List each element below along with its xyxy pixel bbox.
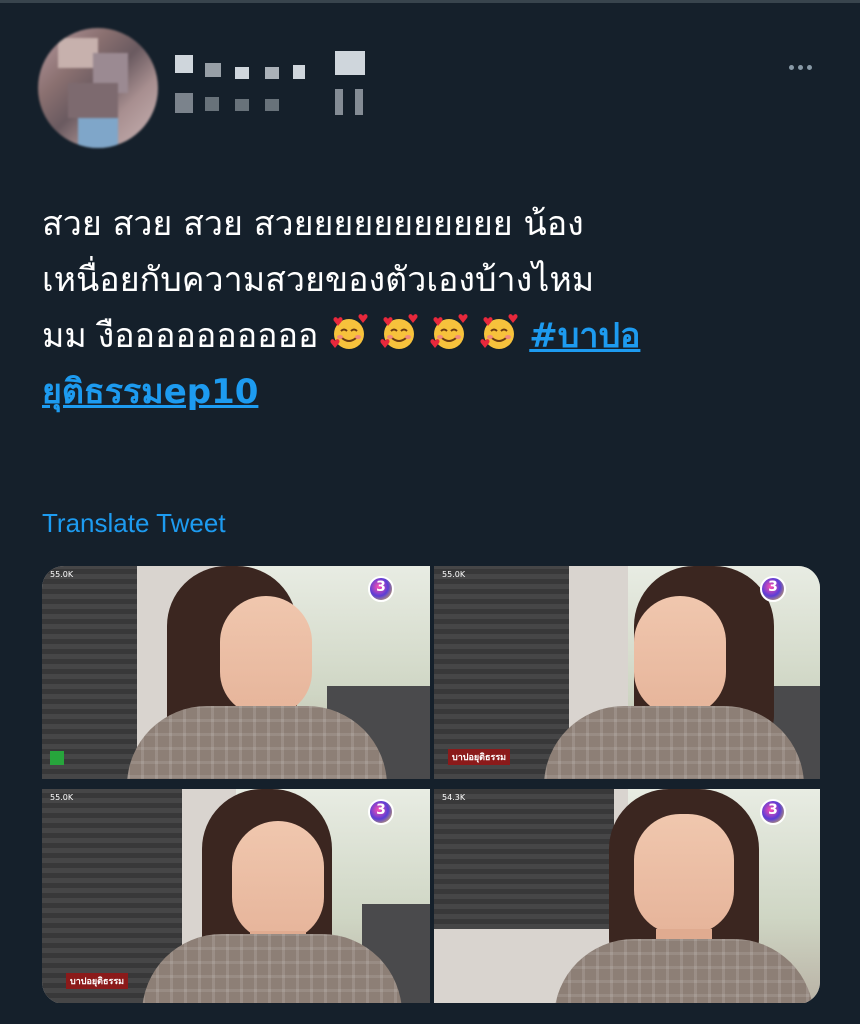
translate-tweet-link[interactable]: Translate Tweet — [42, 508, 226, 539]
tweet-photo[interactable]: 55.0K บาปอยุติธรรม — [42, 789, 430, 1003]
tweet-text-line: มม งืออออออออออ #บาปอ — [42, 308, 812, 364]
smiling-face-with-hearts-icon — [380, 314, 418, 349]
more-icon — [806, 64, 812, 70]
tweet-text-line: ยุติธรรมep10 — [42, 364, 812, 420]
tweet-text-segment: มม งืออออออออออ — [42, 316, 319, 356]
hashtag-link[interactable]: #บาปอ — [529, 316, 640, 356]
smiling-face-with-hearts-icon — [330, 314, 368, 349]
media-grid: 55.0K 55.0K บาปอยุติธรรม 55.0K — [42, 566, 820, 1004]
tweet-photo[interactable]: 55.0K — [42, 566, 430, 779]
divider — [0, 0, 860, 3]
channel-3-logo-icon — [368, 799, 394, 825]
view-count: 55.0K — [50, 793, 74, 802]
channel-3-logo-icon — [368, 576, 394, 602]
channel-badge-icon — [50, 751, 64, 765]
hashtag-link[interactable]: ยุติธรรมep10 — [42, 372, 258, 412]
show-title-badge: บาปอยุติธรรม — [66, 973, 129, 989]
channel-3-logo-icon — [760, 799, 786, 825]
smiling-face-with-hearts-icon — [430, 314, 468, 349]
more-icon — [797, 64, 803, 70]
smiling-face-with-hearts-icon — [480, 314, 518, 349]
tweet-text: สวย สวย สวย สวยยยยยยยยยยย น้อง เหนื่อยกั… — [42, 196, 812, 420]
show-title-badge: บาปอยุติธรรม — [448, 749, 511, 765]
view-count: 55.0K — [50, 570, 74, 579]
tweet-text-line: สวย สวย สวย สวยยยยยยยยยยย น้อง — [42, 204, 584, 244]
tweet-photo[interactable]: 54.3K — [434, 789, 820, 1003]
view-count: 54.3K — [442, 793, 466, 802]
tweet: สวย สวย สวย สวยยยยยยยยยยย น้อง เหนื่อยกั… — [0, 0, 860, 1024]
tweet-photo[interactable]: 55.0K บาปอยุติธรรม — [434, 566, 820, 779]
more-options-button[interactable] — [780, 55, 820, 79]
author-name[interactable] — [175, 45, 375, 125]
view-count: 55.0K — [442, 570, 466, 579]
channel-3-logo-icon — [760, 576, 786, 602]
avatar[interactable] — [38, 28, 158, 148]
tweet-text-line: เหนื่อยกับความสวยของตัวเองบ้างไหม — [42, 260, 595, 300]
more-icon — [788, 64, 794, 70]
